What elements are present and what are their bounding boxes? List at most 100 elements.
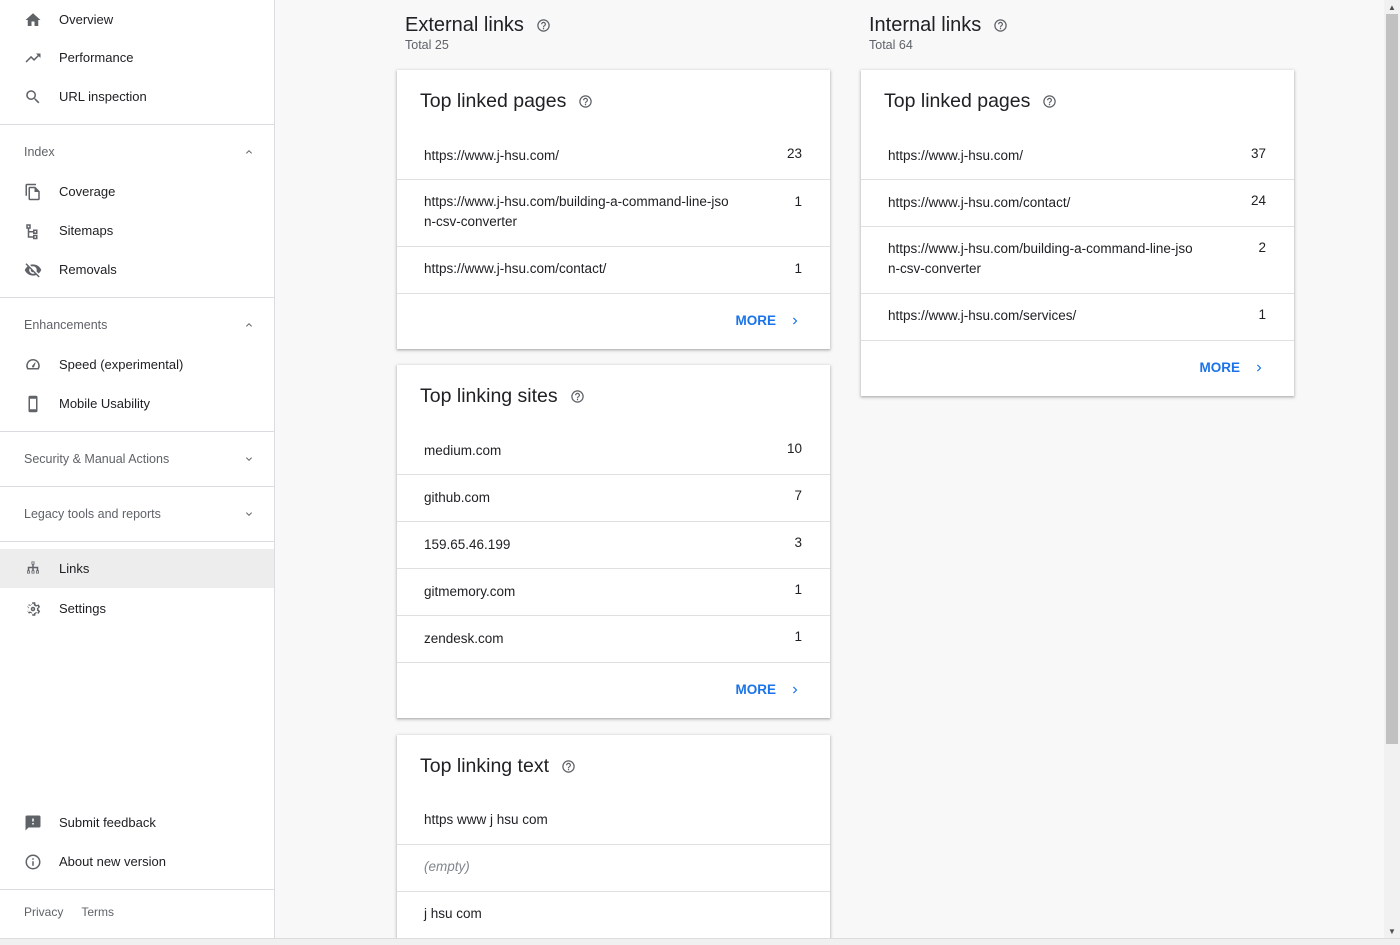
sidebar-item-overview[interactable]: Overview <box>0 0 274 39</box>
internal-links-title: Internal links <box>869 14 1008 37</box>
sidebar-item-coverage[interactable]: Coverage <box>0 172 274 211</box>
row-value: 7 <box>794 488 802 503</box>
row-value: 10 <box>786 441 802 456</box>
sidebar-item-speed[interactable]: Speed (experimental) <box>0 345 274 384</box>
table-row[interactable]: gitmemory.com 1 <box>397 568 830 615</box>
divider <box>0 431 274 432</box>
divider <box>0 889 274 890</box>
card-title-text: Top linking text <box>420 755 549 777</box>
table-row[interactable]: github.com 7 <box>397 474 830 521</box>
eye-off-icon <box>24 261 42 279</box>
row-label: (empty) <box>424 859 470 874</box>
divider <box>0 124 274 125</box>
sidebar-item-label: URL inspection <box>59 89 147 104</box>
help-icon[interactable] <box>570 389 585 404</box>
gear-icon <box>24 600 42 618</box>
help-icon[interactable] <box>993 18 1008 33</box>
row-label: github.com <box>424 490 491 505</box>
external-links-total: Total 25 <box>405 38 449 52</box>
scroll-down-icon[interactable]: ▼ <box>1384 924 1400 938</box>
sidebar-item-sitemaps[interactable]: Sitemaps <box>0 211 274 250</box>
section-enhancements-toggle[interactable]: Enhancements <box>0 310 274 340</box>
sidebar-item-label: Links <box>59 561 90 576</box>
sidebar-item-links[interactable]: Links <box>0 549 274 588</box>
row-value: 1 <box>794 194 802 209</box>
table-row[interactable]: https://www.j-hsu.com/ 37 <box>861 132 1294 179</box>
section-legacy-toggle[interactable]: Legacy tools and reports <box>0 499 274 529</box>
main-content: External links Total 25 Internal links T… <box>276 0 1384 945</box>
terms-link[interactable]: Terms <box>81 905 114 919</box>
sidebar-item-label: Coverage <box>59 184 116 199</box>
links-icon <box>24 560 42 578</box>
row-label: https://www.j-hsu.com/ <box>888 148 1024 163</box>
table-row[interactable]: zendesk.com 1 <box>397 615 830 662</box>
more-button[interactable]: MORE <box>736 313 803 328</box>
help-icon[interactable] <box>536 18 551 33</box>
table-row[interactable]: https://www.j-hsu.com/ 23 <box>397 132 830 179</box>
sidebar-item-settings[interactable]: Settings <box>0 589 274 628</box>
help-icon[interactable] <box>578 94 593 109</box>
chevron-down-icon <box>246 457 252 461</box>
speedometer-icon <box>24 356 42 374</box>
internal-top-linked-pages-card: Top linked pages https://www.j-hsu.com/ … <box>861 70 1294 396</box>
divider <box>0 486 274 487</box>
sidebar-item-url-inspection[interactable]: URL inspection <box>0 77 274 116</box>
search-icon <box>24 88 42 106</box>
sidebar-item-label: Removals <box>59 262 117 277</box>
privacy-link[interactable]: Privacy <box>24 905 63 919</box>
section-label: Enhancements <box>24 318 108 332</box>
section-index-toggle[interactable]: Index <box>0 137 274 167</box>
sidebar-item-label: Overview <box>59 12 114 27</box>
table-row[interactable]: https://www.j-hsu.com/contact/ 1 <box>397 246 830 293</box>
sidebar-item-label: Sitemaps <box>59 223 114 238</box>
section-security-toggle[interactable]: Security & Manual Actions <box>0 444 274 474</box>
table-row[interactable]: 159.65.46.199 3 <box>397 521 830 568</box>
row-label: j hsu com <box>424 906 482 921</box>
coverage-icon <box>24 183 42 201</box>
scroll-up-icon[interactable]: ▲ <box>1384 0 1400 14</box>
table-row[interactable]: https://www.j-hsu.com/building-a-command… <box>397 179 830 246</box>
home-icon <box>24 11 42 29</box>
chevron-up-icon <box>246 150 252 154</box>
card-title-text: Top linking sites <box>420 385 558 407</box>
more-button[interactable]: MORE <box>1200 360 1267 375</box>
table-row[interactable]: (empty) <box>397 844 830 891</box>
sidebar-item-about-new-version[interactable]: About new version <box>0 842 274 881</box>
row-value: 3 <box>794 535 802 550</box>
table-row[interactable]: https://www.j-hsu.com/services/ 1 <box>861 293 1294 340</box>
card-title: Top linking sites <box>420 385 585 408</box>
divider <box>0 541 274 542</box>
vertical-scrollbar[interactable]: ▲ ▼ <box>1384 0 1400 938</box>
row-label: https://www.j-hsu.com/contact/ <box>424 261 607 276</box>
internal-links-total: Total 64 <box>869 38 913 52</box>
row-label: 159.65.46.199 <box>424 537 511 552</box>
table-row[interactable]: https://www.j-hsu.com/contact/ 24 <box>861 179 1294 226</box>
feedback-icon <box>24 814 42 832</box>
sidebar-item-removals[interactable]: Removals <box>0 250 274 289</box>
row-value: 2 <box>1258 240 1266 255</box>
sidebar-item-performance[interactable]: Performance <box>0 38 274 77</box>
row-label: https://www.j-hsu.com/building-a-command… <box>424 194 729 229</box>
table-row[interactable]: https www j hsu com <box>397 797 830 844</box>
table-row[interactable]: j hsu com <box>397 891 830 945</box>
sidebar-item-label: Submit feedback <box>59 815 156 830</box>
scroll-thumb[interactable] <box>1386 14 1398 744</box>
internal-links-title-text: Internal links <box>869 14 982 36</box>
more-button[interactable]: MORE <box>736 682 803 697</box>
card-title-text: Top linked pages <box>420 90 567 112</box>
trending-up-icon <box>24 49 42 67</box>
help-icon[interactable] <box>561 759 576 774</box>
table-row[interactable]: medium.com 10 <box>397 427 830 474</box>
external-links-title: External links <box>405 14 551 37</box>
info-icon <box>24 853 42 871</box>
card-footer: MORE <box>861 340 1294 396</box>
card-footer: MORE <box>397 662 830 718</box>
chevron-up-icon <box>246 323 252 327</box>
card-title-text: Top linked pages <box>884 90 1031 112</box>
sidebar-item-submit-feedback[interactable]: Submit feedback <box>0 803 274 842</box>
sidebar-item-mobile-usability[interactable]: Mobile Usability <box>0 384 274 423</box>
table-row[interactable]: https://www.j-hsu.com/building-a-command… <box>861 226 1294 293</box>
sitemap-icon <box>24 222 42 240</box>
help-icon[interactable] <box>1042 94 1057 109</box>
sidebar: Overview Performance URL inspection Inde… <box>0 0 275 938</box>
